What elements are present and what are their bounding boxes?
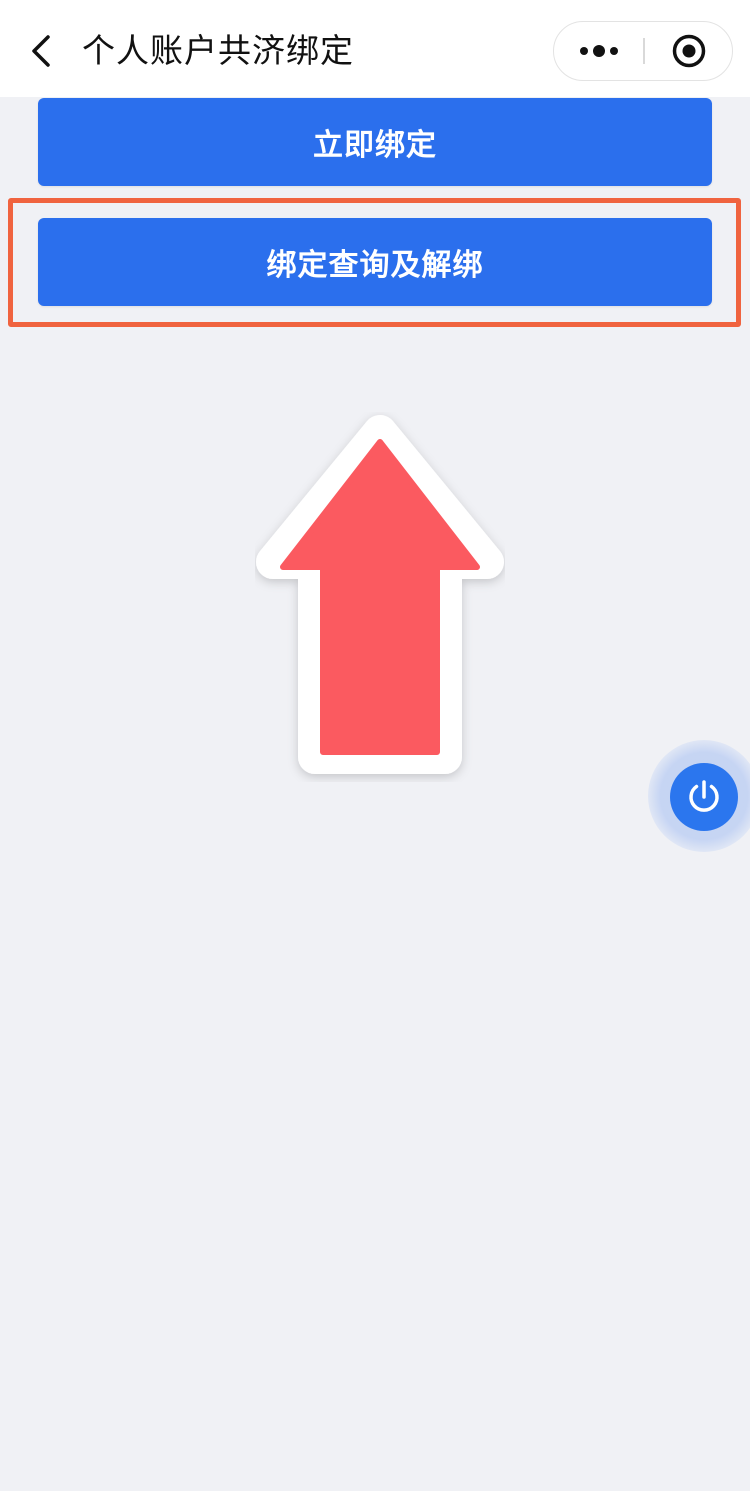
floating-power-button[interactable]	[670, 763, 738, 831]
more-dots-icon	[579, 44, 618, 57]
more-button[interactable]	[554, 22, 643, 79]
nav-bar: 个人账户共济绑定	[0, 0, 750, 97]
query-unbind-button[interactable]: 绑定查询及解绑	[38, 218, 712, 306]
page-title: 个人账户共济绑定	[82, 31, 354, 70]
back-button[interactable]	[18, 22, 64, 80]
chevron-left-icon	[32, 35, 50, 67]
bind-now-button[interactable]: 立即绑定	[38, 98, 712, 186]
arrow-up-annotation	[255, 412, 505, 782]
target-close-icon	[672, 34, 705, 67]
mini-program-capsule	[553, 21, 733, 81]
power-icon	[689, 780, 719, 812]
close-button[interactable]	[645, 22, 732, 79]
arrow-up-icon	[256, 415, 504, 774]
